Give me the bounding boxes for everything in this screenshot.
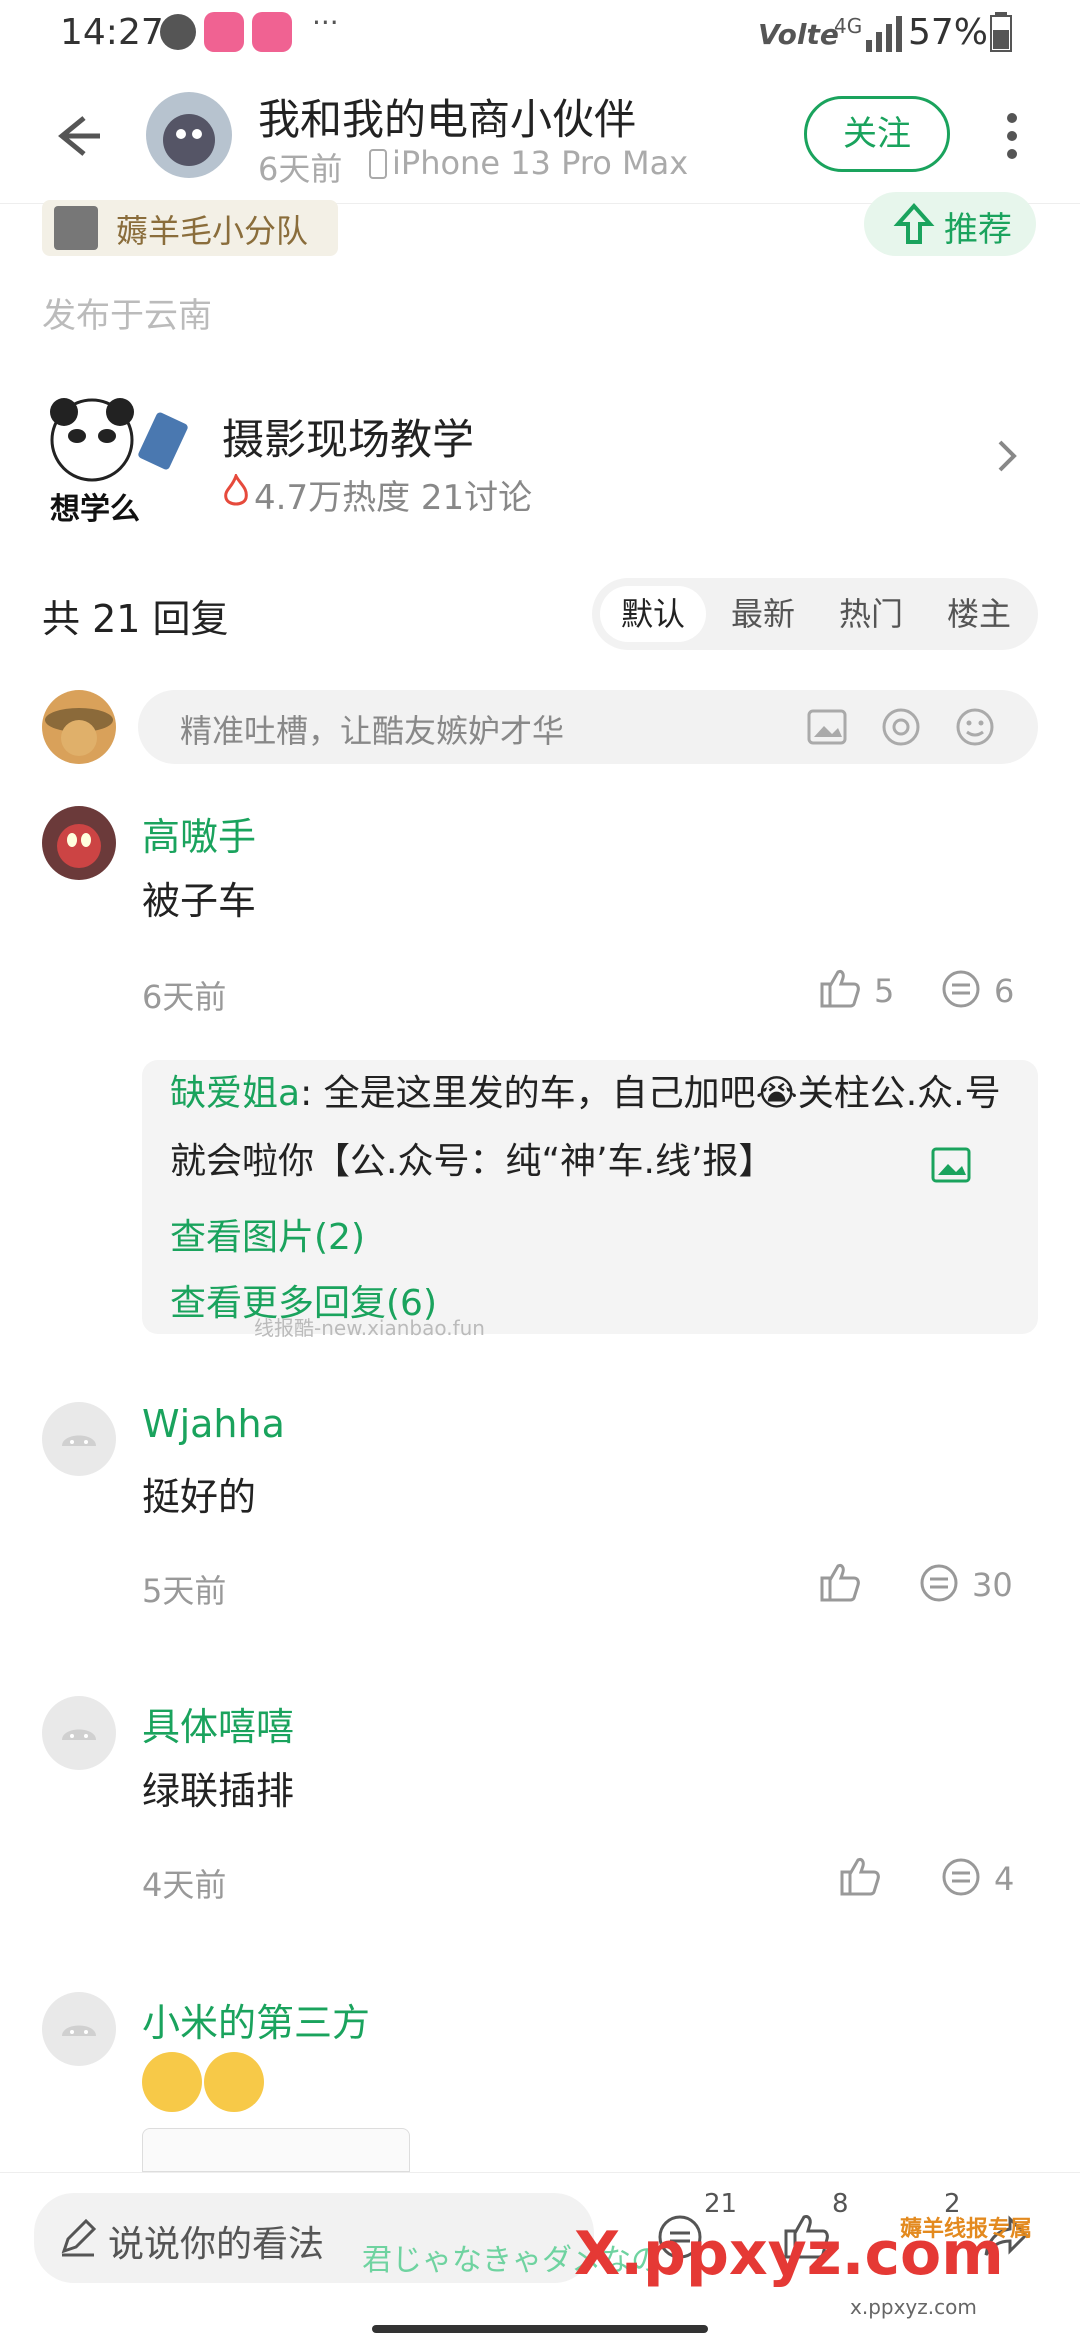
like-icon[interactable] [818, 1560, 862, 1604]
recommend-button[interactable]: 推荐 [864, 192, 1036, 256]
view-images-link[interactable]: 查看图片(2) [170, 1208, 365, 1260]
comment-count: 21 [704, 2189, 738, 2219]
chevron-right-icon [998, 440, 1017, 472]
brand-watermark-sub: x.ppxyz.com [850, 2295, 977, 2319]
comment-time: 6天前 [142, 978, 227, 1016]
topic-tag-label: 薅羊毛小分队 [116, 212, 309, 250]
tab-op[interactable]: 楼主 [926, 586, 1032, 642]
topic-tag[interactable]: 薅羊毛小分队 [42, 200, 338, 256]
commenter-name[interactable]: 具体嘻嘻 [142, 1696, 294, 1751]
reply-count: 30 [972, 1566, 1013, 1604]
commenter-name[interactable]: 小米的第三方 [142, 1992, 370, 2047]
network-type: 4G [834, 14, 863, 38]
like-icon[interactable] [838, 1854, 882, 1898]
tab-default[interactable]: 默认 [600, 586, 706, 642]
comment-time: 5天前 [142, 1572, 227, 1610]
sub-reply: 缺爱姐a: 全是这里发的车，自己加吧😭关柱公.众.号就会啦你【公.众号：纯“神’… [170, 1060, 1030, 1196]
bilibili-icon [204, 12, 244, 52]
mention-icon[interactable] [880, 706, 922, 748]
default-avatar-icon[interactable] [42, 1992, 116, 2066]
comment-item: 具体嘻嘻 绿联插排 4天前 4 [0, 1690, 1080, 1930]
comment-time: 4天前 [142, 1866, 227, 1904]
follow-button[interactable]: 关注 [804, 96, 950, 172]
emoji-icon[interactable] [954, 706, 996, 748]
like-count: 5 [874, 972, 895, 1010]
topic-card-image: 想学么 [42, 392, 188, 527]
reply-icon[interactable] [940, 1856, 982, 1898]
image-icon[interactable] [930, 1144, 972, 1186]
author-avatar[interactable] [146, 92, 232, 178]
replies-count: 共 21 回复 [42, 597, 229, 641]
post-time: 6天前 [258, 150, 343, 188]
more-notifications: ··· [312, 6, 339, 39]
status-bar: 14:27 ··· Volte 4G 57% [0, 0, 1080, 68]
more-menu-icon[interactable] [1000, 108, 1024, 168]
phone-icon [369, 149, 387, 179]
emoji-sticker-icon [142, 2052, 202, 2112]
image-icon[interactable] [806, 706, 848, 748]
up-arrow-icon [893, 202, 935, 244]
reply-icon[interactable] [918, 1562, 960, 1604]
default-avatar-icon[interactable] [42, 1696, 116, 1770]
reply-icon[interactable] [940, 968, 982, 1010]
bilibili-icon [252, 12, 292, 52]
screenshot-thumbnail[interactable] [142, 2128, 410, 2172]
emoji-sticker-icon [204, 2052, 264, 2112]
like-count: 8 [832, 2189, 849, 2219]
comment-input[interactable]: 精准吐槽，让酷友嫉妒才华 [138, 690, 1038, 764]
bottom-input-label: 说说你的看法 [108, 2224, 325, 2265]
comment-text: 被子车 [142, 879, 257, 923]
comment-item: 高嗷手 被子车 6天前 5 6 缺爱姐a: 全是这里发的车，自己加吧😭关柱公.众… [0, 800, 1080, 1340]
recommend-label: 推荐 [944, 210, 1012, 250]
tab-latest[interactable]: 最新 [710, 586, 816, 642]
topic-card-title: 摄影现场教学 [222, 415, 475, 464]
commenter-avatar[interactable] [42, 806, 116, 880]
commenter-name[interactable]: Wjahha [142, 1402, 285, 1446]
fire-icon [224, 474, 248, 506]
comment-item: Wjahha 挺好的 5天前 30 [0, 1396, 1080, 1636]
home-indicator[interactable] [372, 2325, 708, 2333]
reply-count: 6 [994, 972, 1015, 1010]
bottom-bar: 说说你的看法 21 8 2 君じゃなきゃダメなの 薅羊线报专属 X.ppxyz.… [0, 2172, 1080, 2340]
comment-text: 挺好的 [142, 1475, 257, 1519]
meme-caption: 想学么 [50, 492, 140, 527]
status-time: 14:27 [60, 12, 164, 53]
like-icon[interactable] [818, 966, 862, 1010]
sub-reply-user[interactable]: 缺爱姐a [170, 1073, 300, 1114]
tab-hot[interactable]: 热门 [818, 586, 924, 642]
pencil-icon [61, 2218, 97, 2257]
top-bar: 我和我的电商小伙伴 6天前 iPhone 13 Pro Max 关注 [0, 68, 1080, 204]
topic-card-stats: 4.7万热度 21讨论 [254, 478, 533, 518]
volte-icon: Volte [758, 18, 839, 51]
comment-input-placeholder: 精准吐槽，让酷友嫉妒才华 [180, 712, 565, 750]
comment-text: 绿联插排 [142, 1769, 295, 1813]
page-title: 我和我的电商小伙伴 [258, 95, 637, 144]
app-notification-icon [160, 14, 196, 50]
signal-icon [866, 16, 902, 52]
watermark-text: 线报酷-new.xianbao.fun [254, 1316, 485, 1340]
post-location: 发布于云南 [42, 296, 212, 336]
my-avatar [42, 690, 116, 764]
back-arrow-icon[interactable] [44, 106, 104, 166]
battery-icon [990, 12, 1012, 52]
sort-tabs: 默认 最新 热门 楼主 [592, 578, 1038, 650]
brand-watermark: X.ppxyz.com [574, 2219, 1004, 2289]
battery-percent: 57% [908, 12, 989, 53]
topic-card[interactable]: 想学么 摄影现场教学 4.7万热度 21讨论 [42, 386, 1042, 527]
default-avatar-icon[interactable] [42, 1402, 116, 1476]
device-name: iPhone 13 Pro Max [392, 144, 689, 182]
sub-reply-box: 缺爱姐a: 全是这里发的车，自己加吧😭关柱公.众.号就会啦你【公.众号：纯“神’… [142, 1060, 1038, 1340]
comment-item: 小米的第三方 [0, 1986, 1080, 2172]
commenter-name[interactable]: 高嗷手 [142, 806, 256, 861]
topic-tag-image [54, 206, 98, 250]
reply-count: 4 [994, 1860, 1015, 1898]
